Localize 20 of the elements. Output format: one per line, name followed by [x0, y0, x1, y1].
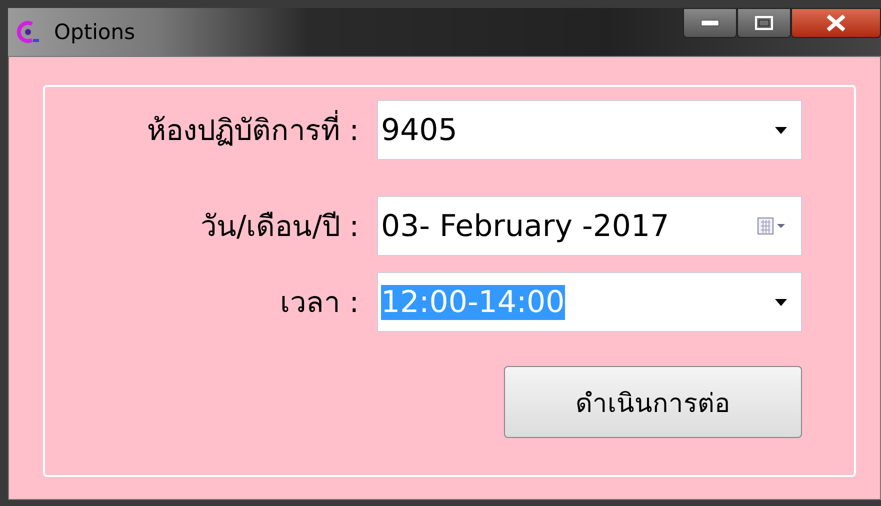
calendar-icon	[757, 216, 787, 236]
window-title: Options	[54, 20, 136, 44]
field-label: วัน/เดือน/ปี :	[200, 208, 359, 245]
date-value: 03- February -2017	[381, 208, 670, 244]
app-icon	[16, 19, 40, 45]
combo-value: 9405	[381, 112, 458, 148]
minimize-icon	[701, 20, 719, 26]
dropdown-arrow-icon	[775, 126, 787, 134]
close-icon	[825, 14, 847, 32]
minimize-button[interactable]	[683, 8, 737, 38]
dropdown-arrow-icon	[775, 298, 787, 306]
combo-value: 12:00-14:00	[381, 284, 565, 320]
field-label: เวลา :	[280, 284, 359, 321]
maximize-button[interactable]	[737, 8, 791, 38]
continue-button[interactable]: ดำเนินการต่อ	[504, 366, 802, 438]
close-button[interactable]	[791, 8, 881, 38]
maximize-icon	[755, 16, 773, 30]
combo-box[interactable]: 9405	[377, 100, 802, 160]
date-picker[interactable]: 03- February -2017	[377, 196, 802, 256]
field-label: ห้องปฏิบัติการที่ :	[147, 107, 359, 153]
